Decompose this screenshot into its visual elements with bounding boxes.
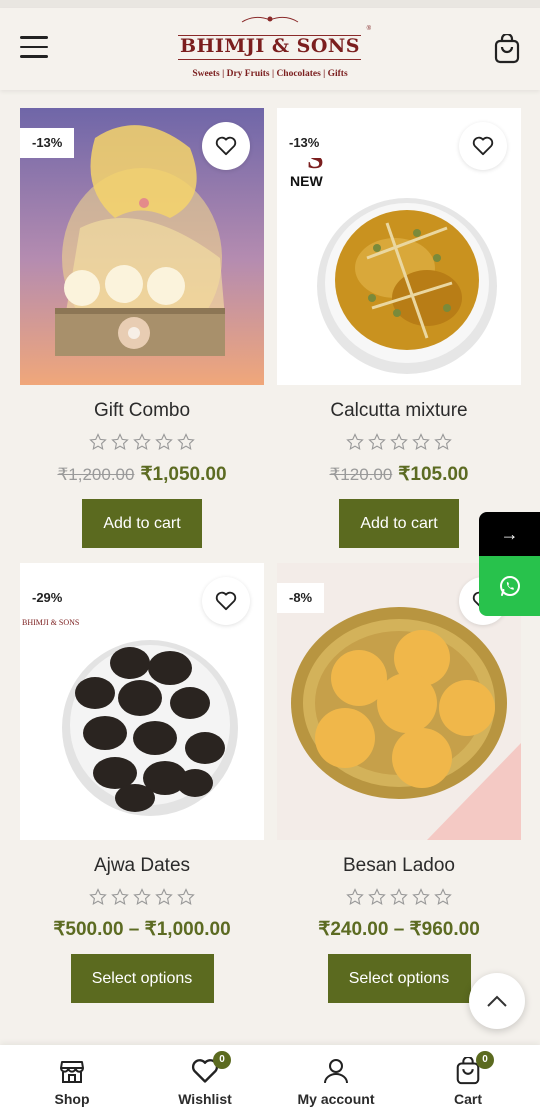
star-icon: [390, 433, 408, 450]
product-card[interactable]: -13% Gift Combo ₹1,200.00 ₹1,050.00 Add t…: [20, 108, 264, 548]
select-options-button[interactable]: Select options: [70, 954, 214, 1003]
nav-my-account[interactable]: My account: [281, 1045, 391, 1118]
logo-rule-top: [178, 35, 361, 36]
star-icon: [434, 888, 452, 905]
price-range: ₹500.00 – ₹1,000.00: [53, 919, 231, 940]
product-price: ₹120.00 ₹105.00: [277, 463, 521, 487]
shopping-bag-icon[interactable]: [494, 32, 520, 64]
wishlist-count-badge: 0: [213, 1051, 231, 1069]
heart-icon: [215, 136, 237, 156]
chevron-up-icon: [487, 995, 507, 1007]
select-options-button[interactable]: Select options: [327, 954, 471, 1003]
nav-wishlist[interactable]: 0 Wishlist: [150, 1045, 260, 1118]
nav-label: Wishlist: [178, 1091, 232, 1107]
star-icon: [412, 888, 430, 905]
discount-badge: -13%: [20, 128, 75, 158]
nav-cart[interactable]: 0 Cart: [413, 1045, 523, 1118]
product-title[interactable]: Calcutta mixture: [277, 399, 521, 423]
star-icon: [155, 433, 173, 450]
star-rating: [277, 433, 521, 453]
star-icon: [390, 888, 408, 905]
star-icon: [177, 888, 195, 905]
sale-price: ₹1,050.00: [140, 464, 227, 485]
star-rating: [20, 888, 264, 908]
brand-registered-mark: ®: [366, 26, 371, 32]
star-icon: [111, 433, 129, 450]
add-to-cart-button[interactable]: Add to cart: [339, 499, 459, 548]
star-icon: [133, 433, 151, 450]
hamburger-menu-icon[interactable]: [20, 36, 48, 60]
product-price: ₹500.00 – ₹1,000.00: [20, 918, 264, 942]
status-strip: [0, 0, 540, 8]
product-title[interactable]: Besan Ladoo: [277, 854, 521, 878]
user-icon: [322, 1057, 350, 1087]
product-image-gift-combo[interactable]: -13%: [20, 108, 264, 385]
price-range: ₹240.00 – ₹960.00: [318, 919, 480, 940]
shop-icon: [58, 1057, 86, 1087]
logo-rule-bottom: [178, 59, 361, 60]
star-icon: [346, 888, 364, 905]
discount-badge: -29%: [20, 583, 75, 613]
sale-price: ₹105.00: [398, 464, 469, 485]
brand-logo[interactable]: BHIMJI & SONS ® Sweets | Dry Fruits | Ch…: [175, 14, 371, 86]
star-icon: [89, 433, 107, 450]
original-price: ₹1,200.00: [57, 465, 135, 484]
brand-name: BHIMJI & SONS: [179, 35, 361, 57]
product-card[interactable]: S -13% NEW Calcutta mixture ₹120.00 ₹105.…: [277, 108, 521, 548]
star-icon: [133, 888, 151, 905]
add-to-wishlist-button[interactable]: [202, 122, 250, 170]
heart-icon: [472, 136, 494, 156]
product-price: ₹1,200.00 ₹1,050.00: [20, 463, 264, 487]
nav-shop[interactable]: Shop: [17, 1045, 127, 1118]
original-price: ₹120.00: [329, 465, 393, 484]
bottom-navigation: Shop 0 Wishlist My account 0 Cart: [0, 1045, 540, 1118]
cart-count-badge: 0: [476, 1051, 494, 1069]
nav-label: My account: [297, 1091, 375, 1107]
whatsapp-button[interactable]: [479, 556, 540, 616]
svg-text:BHIMJI & SONS: BHIMJI & SONS: [22, 618, 79, 627]
discount-badge: -8%: [277, 583, 325, 613]
product-title[interactable]: Ajwa Dates: [20, 854, 264, 878]
nav-label: Shop: [54, 1091, 90, 1107]
whatsapp-icon: [499, 576, 520, 596]
star-icon: [111, 888, 129, 905]
star-icon: [177, 433, 195, 450]
star-rating: [20, 433, 264, 453]
cart-icon: 0: [454, 1051, 494, 1087]
nav-label: Cart: [453, 1091, 482, 1107]
product-card[interactable]: BHIMJI & SONS -29% Ajwa Dates ₹500.00 – …: [20, 563, 264, 1003]
star-icon: [89, 888, 107, 905]
star-icon: [346, 433, 364, 450]
star-icon: [412, 433, 430, 450]
star-icon: [434, 433, 452, 450]
product-price: ₹240.00 – ₹960.00: [277, 918, 521, 942]
add-to-wishlist-button[interactable]: [202, 577, 250, 625]
side-arrow-button[interactable]: →: [479, 512, 540, 556]
discount-badge: -13%: [277, 128, 332, 158]
heart-icon: [215, 591, 237, 611]
site-header: BHIMJI & SONS ® Sweets | Dry Fruits | Ch…: [0, 8, 540, 90]
brand-tagline: Sweets | Dry Fruits | Chocolates | Gifts: [192, 69, 348, 79]
star-icon: [368, 888, 386, 905]
star-icon: [155, 888, 173, 905]
product-title[interactable]: Gift Combo: [20, 399, 264, 423]
add-to-wishlist-button[interactable]: [459, 122, 507, 170]
product-image-ajwa-dates[interactable]: BHIMJI & SONS -29%: [20, 563, 264, 840]
new-badge: NEW: [290, 173, 323, 189]
star-icon: [368, 433, 386, 450]
arrow-right-icon: →: [500, 523, 519, 544]
product-card[interactable]: -8% Besan Ladoo ₹240.00 – ₹960.00 Select…: [277, 563, 521, 1003]
product-image-calcutta-mixture[interactable]: S -13% NEW: [277, 108, 521, 385]
scroll-to-top-button[interactable]: [469, 973, 525, 1029]
add-to-cart-button[interactable]: Add to cart: [82, 499, 202, 548]
logo-flourish-icon: [175, 14, 365, 26]
heart-icon: 0: [191, 1051, 231, 1087]
star-rating: [277, 888, 521, 908]
